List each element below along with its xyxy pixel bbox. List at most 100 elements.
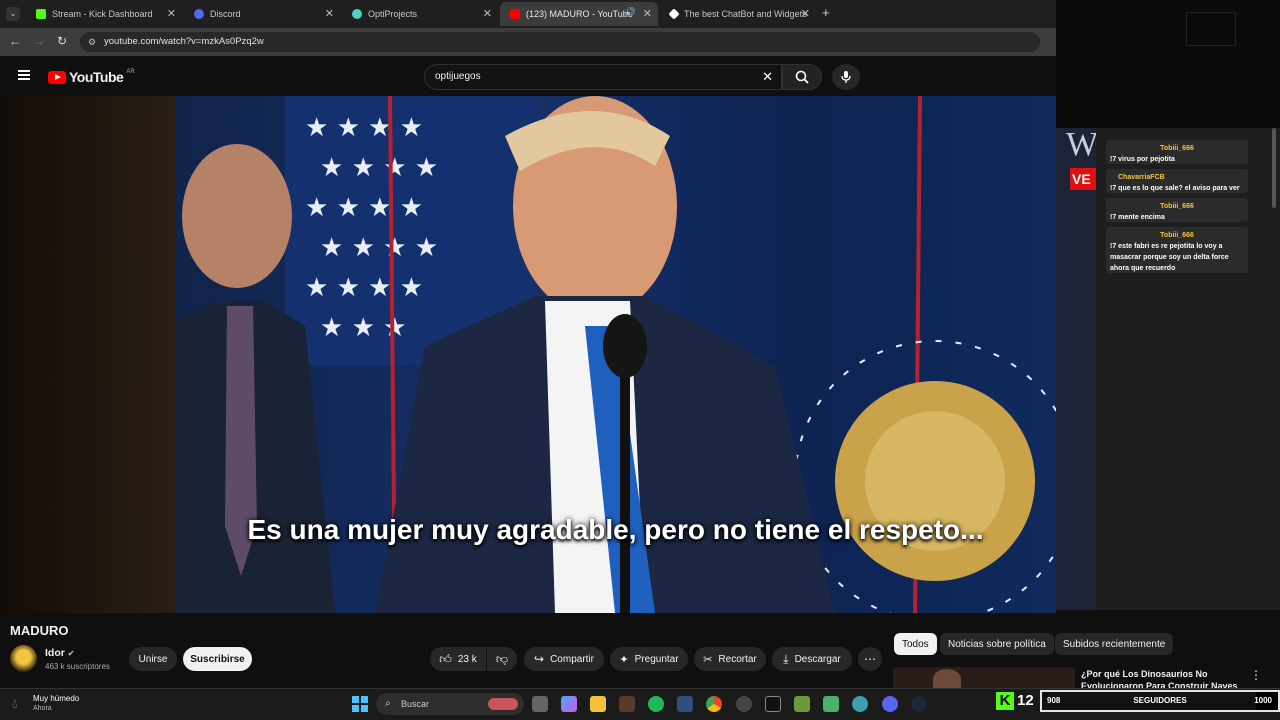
subscriber-count: 463 k suscriptores <box>45 662 110 671</box>
forward-icon[interactable]: → <box>33 34 45 48</box>
video-subtitle: Es una mujer muy agradable, pero no tien… <box>247 514 984 545</box>
join-button[interactable]: Unirse <box>129 647 177 671</box>
close-tab-icon[interactable]: ✕ <box>325 7 334 20</box>
subscribe-button[interactable]: Suscribirse <box>183 647 252 671</box>
video-title: MADURO <box>10 623 69 638</box>
tab-youtube-maduro[interactable]: (123) MADURO - YouTube 🔊 ✕ <box>500 2 658 26</box>
follower-goal-bar: 908 SEGUIDORES 1000 <box>1040 690 1280 712</box>
weather-title[interactable]: Muy húmedo <box>33 694 79 703</box>
share-label: Compartir <box>550 653 594 665</box>
site-info-icon[interactable]: ⚙ <box>88 32 96 52</box>
recommended-more-icon[interactable]: ⋮ <box>1250 668 1262 682</box>
video-ambient-right: VE W <box>1056 126 1099 610</box>
svg-text:★ ★ ★ ★: ★ ★ ★ ★ <box>320 233 438 263</box>
clip-button[interactable]: ✂ Recortar <box>694 647 766 671</box>
chat-username: Tobiii_666 <box>1160 232 1194 239</box>
file-explorer-icon[interactable] <box>590 696 606 712</box>
chat-text: !7 mente encima <box>1110 214 1165 221</box>
chrome-icon[interactable] <box>706 696 722 712</box>
globe-app-icon[interactable] <box>852 696 868 712</box>
tab-list-chevron-icon[interactable]: ⌄ <box>6 7 20 21</box>
chip-all[interactable]: Todos <box>894 633 937 655</box>
optiprojects-icon <box>352 9 362 19</box>
stream-chat: Tobiii_666 !7 virus por pejotita Chavarr… <box>1096 128 1280 610</box>
speaker-icon[interactable]: 🔊 <box>625 7 636 18</box>
tab-discord[interactable]: Discord ✕ <box>184 2 340 26</box>
tab-kick-dashboard[interactable]: Stream - Kick Dashboard ✕ <box>26 2 182 26</box>
youtube-logo[interactable]: YouTube AR <box>48 69 135 85</box>
tab-label: OptiProjects <box>368 9 418 19</box>
microphone-icon <box>841 71 851 83</box>
recommended-thumbnail[interactable] <box>893 667 1075 689</box>
back-icon[interactable]: ← <box>9 34 21 48</box>
join-label: Unirse <box>138 653 168 665</box>
chat-username: Tobiii_666 <box>1160 145 1194 152</box>
task-view-icon[interactable] <box>532 696 548 712</box>
close-tab-icon[interactable]: ✕ <box>801 7 810 20</box>
chip-label: Todos <box>902 638 929 650</box>
like-count: 23 k <box>457 653 477 665</box>
chat-text: !7 virus por pejotita <box>1110 156 1175 163</box>
browser-toolbar: ← → ↻ ⚙ youtube.com/watch?v=mzkAs0Pzq2w <box>0 28 1056 56</box>
capcut-icon[interactable] <box>765 696 781 712</box>
chat-username: Tobiii_666 <box>1160 203 1194 210</box>
svg-text:★ ★ ★ ★: ★ ★ ★ ★ <box>305 273 423 303</box>
chat-message: Tobiii_666 !7 este fabri es re pejotita … <box>1106 227 1248 273</box>
ask-button[interactable]: ✦ Preguntar <box>610 647 688 671</box>
copilot-icon[interactable] <box>561 696 577 712</box>
download-icon: ⤓ <box>783 651 789 666</box>
reload-icon[interactable]: ↻ <box>57 34 67 48</box>
thumbs-up-icon: 👍︎ <box>439 651 452 666</box>
obs-icon[interactable] <box>736 696 752 712</box>
chip-politics-news[interactable]: Noticias sobre política <box>940 633 1054 655</box>
windows-start-icon[interactable] <box>352 696 368 712</box>
tab-optiprojects[interactable]: OptiProjects ✕ <box>342 2 498 26</box>
tab-label: Discord <box>210 9 241 19</box>
tab-label: The best ChatBot and Widgets <box>684 9 807 19</box>
game-app-icon[interactable] <box>619 696 635 712</box>
close-tab-icon[interactable]: ✕ <box>483 7 492 20</box>
kick-logo-icon: K <box>996 692 1014 710</box>
tab-label: (123) MADURO - YouTube <box>526 9 633 19</box>
steam-icon[interactable] <box>911 696 927 712</box>
minecraft-icon[interactable] <box>794 696 810 712</box>
voice-search-button[interactable] <box>832 64 860 90</box>
close-tab-icon[interactable]: ✕ <box>167 7 176 20</box>
more-icon: ⋯ <box>864 652 876 666</box>
background-letter: W <box>1066 126 1099 163</box>
more-actions-button[interactable]: ⋯ <box>858 647 882 671</box>
share-button[interactable]: ↪ Compartir <box>524 647 604 671</box>
followers-goal: 1000 <box>1254 696 1272 705</box>
video-player[interactable]: ★ ★ ★ ★ ★ ★ ★ ★ ★ ★ ★ ★ ★ ★ ★ ★ ★ ★ ★ ★ … <box>175 96 1056 613</box>
like-button[interactable]: 👍︎ 23 k <box>430 647 486 671</box>
youtube-header: YouTube AR optijuegos ✕ <box>0 56 1056 96</box>
chat-message: Tobiii_666 !7 virus por pejotita <box>1106 140 1248 164</box>
taskbar-search-placeholder: Buscar <box>401 699 430 709</box>
chip-recently-uploaded[interactable]: Subidos recientemente <box>1055 633 1174 655</box>
channel-name-text: Idor <box>45 647 65 659</box>
weather-icon[interactable]: 💧︎ <box>12 695 18 712</box>
new-tab-icon[interactable]: + <box>822 5 830 20</box>
channel-avatar[interactable] <box>10 645 37 672</box>
channel-name[interactable]: Idor ✔ <box>45 647 74 659</box>
kick-icon <box>36 9 46 19</box>
close-tab-icon[interactable]: ✕ <box>643 7 652 20</box>
menu-icon[interactable] <box>18 70 30 80</box>
download-button[interactable]: ⤓ Descargar <box>772 647 852 671</box>
sparkle-icon: ✦ <box>619 653 629 666</box>
chat-scrollbar[interactable] <box>1272 128 1276 208</box>
taskbar-search[interactable]: ⌕ Buscar <box>376 693 524 715</box>
verified-icon: ✔ <box>67 649 75 658</box>
search-highlight-icon <box>488 698 518 710</box>
spotify-icon[interactable] <box>648 696 664 712</box>
store-app-icon[interactable] <box>677 696 693 712</box>
dislike-button[interactable]: 👎︎ <box>487 647 517 671</box>
svg-text:★ ★ ★ ★: ★ ★ ★ ★ <box>305 193 423 223</box>
search-button[interactable] <box>782 64 822 90</box>
cube-app-icon[interactable] <box>823 696 839 712</box>
tab-chatbot-widgets[interactable]: The best ChatBot and Widgets ✕ <box>660 2 816 26</box>
search-input[interactable]: optijuegos ✕ <box>424 64 782 90</box>
address-bar[interactable]: ⚙ youtube.com/watch?v=mzkAs0Pzq2w <box>80 32 1040 52</box>
discord-taskbar-icon[interactable] <box>882 696 898 712</box>
clear-search-icon[interactable]: ✕ <box>762 65 773 89</box>
